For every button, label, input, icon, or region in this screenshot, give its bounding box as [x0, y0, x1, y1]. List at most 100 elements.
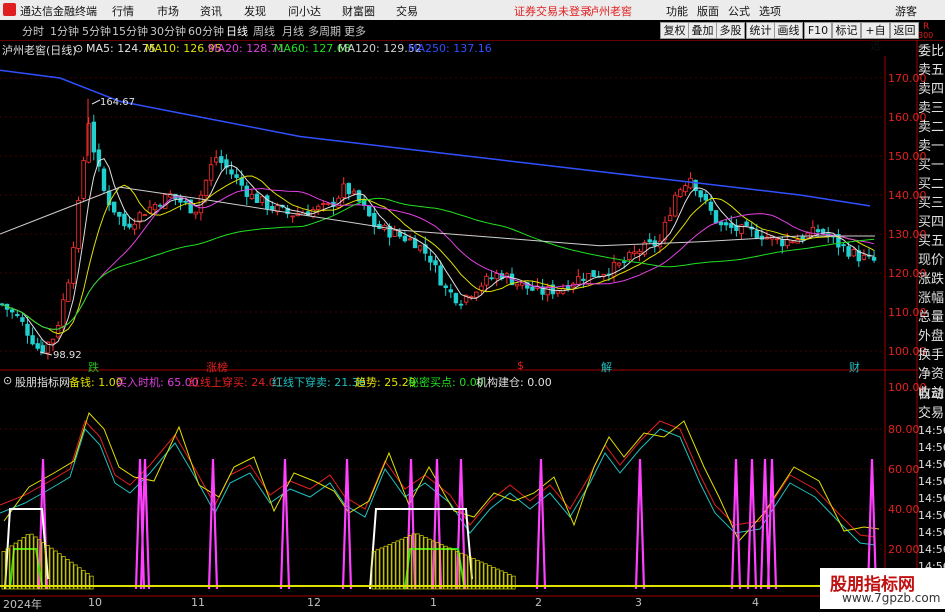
f10-button[interactable]: F10 [804, 22, 832, 39]
mark-button[interactable]: 标记 [832, 22, 861, 39]
menu-trade[interactable]: 交易 [396, 3, 418, 19]
event-rank-marker[interactable]: 涨榜 [206, 359, 228, 375]
tab-1min[interactable]: 1分钟 [50, 23, 79, 39]
back-button[interactable]: 返回 [890, 22, 919, 39]
candle [815, 224, 821, 238]
event-finance-marker[interactable]: 财 [849, 359, 860, 375]
add-watchlist-button[interactable]: +自选 [861, 22, 890, 52]
candle [91, 114, 96, 161]
candle [366, 205, 372, 218]
side-item-1[interactable]: 卖五 [918, 61, 945, 80]
menu-options[interactable]: 选项 [759, 3, 781, 19]
tab-weekly[interactable]: 周线 [253, 23, 275, 39]
tab-30min[interactable]: 30分钟 [150, 23, 186, 39]
candle [417, 245, 423, 253]
buy-signal-spike [279, 458, 291, 590]
candle [264, 193, 270, 216]
side-item-11[interactable]: 现价 [918, 251, 945, 270]
tab-multi-period[interactable]: 多周期 [308, 23, 341, 39]
side-item-12[interactable]: 涨跌 [918, 270, 945, 289]
volume-step-bar [479, 561, 484, 590]
candle [117, 211, 122, 225]
menu-xiaoda[interactable]: 问小达 [288, 3, 321, 19]
menu-formula[interactable]: 公式 [728, 3, 750, 19]
tab-daily[interactable]: 日线 [226, 23, 248, 39]
menu-wealth[interactable]: 财富圈 [342, 3, 375, 19]
buy-signal-spike [766, 458, 778, 590]
side-item-16[interactable]: 换手 [918, 346, 945, 365]
volume-step-bar [395, 540, 400, 590]
volume-step-bar [65, 558, 70, 590]
volume-step-bar [475, 559, 480, 590]
event-unlock-marker[interactable]: 解 [601, 359, 612, 375]
trade-label[interactable]: 交易 [918, 404, 945, 423]
side-item-9[interactable]: 买四 [918, 213, 945, 232]
tab-monthly[interactable]: 月线 [282, 23, 304, 39]
candle [642, 239, 647, 257]
candle [244, 182, 249, 205]
side-item-4[interactable]: 卖二 [918, 118, 945, 137]
side-item-10[interactable]: 买五 [918, 232, 945, 251]
ind-tick-20: 20.00 [888, 543, 920, 556]
menu-quotes[interactable]: 行情 [112, 3, 134, 19]
draw-line-button[interactable]: 画线 [774, 22, 803, 39]
menu-news[interactable]: 资讯 [200, 3, 222, 19]
side-item-5[interactable]: 卖一 [918, 137, 945, 156]
side-item-15[interactable]: 外盘 [918, 327, 945, 346]
event-fall-marker[interactable]: 跌 [88, 359, 99, 375]
high-price-label: 164.67 [100, 97, 135, 108]
volume-step-bar [419, 535, 424, 590]
volume-step-bar [443, 545, 448, 590]
candle [616, 262, 622, 268]
volume-step-bar [415, 533, 420, 590]
login-notice[interactable]: 证券交易未登录 [514, 3, 591, 19]
guest-label[interactable]: 游客 [895, 3, 917, 19]
event-dividend-marker[interactable]: $ [517, 359, 524, 372]
multi-stock-button[interactable]: 多股 [716, 22, 745, 39]
side-item-3[interactable]: 卖三 [918, 99, 945, 118]
tick-time-4: 14:56 [918, 492, 945, 505]
candle [713, 209, 719, 224]
side-item-13[interactable]: 涨幅 [918, 289, 945, 308]
overlay-button[interactable]: 叠加 [688, 22, 717, 39]
menu-discover[interactable]: 发现 [244, 3, 266, 19]
tab-60min[interactable]: 60分钟 [188, 23, 224, 39]
chevron-down-icon[interactable]: ⊙ [74, 42, 83, 55]
side-item-0[interactable]: 委比 [918, 42, 945, 61]
side-item-14[interactable]: 总量 [918, 308, 945, 327]
candle [673, 191, 678, 218]
tab-timeshare[interactable]: 分时 [22, 23, 44, 39]
side-item-2[interactable]: 卖四 [918, 80, 945, 99]
buy-signal-spike [341, 458, 353, 590]
auto-trade-panel[interactable]: 自动 交易 [918, 385, 945, 423]
side-item-17[interactable]: 净资 [918, 365, 945, 384]
side-item-8[interactable]: 买三 [918, 194, 945, 213]
indicator-title: 股朋指标网 [15, 376, 70, 389]
menu-layout[interactable]: 版面 [697, 3, 719, 19]
tick-time-6: 14:56 [918, 526, 945, 539]
candle [866, 248, 872, 260]
tab-15min[interactable]: 15分钟 [112, 23, 148, 39]
gear-icon[interactable]: ⊙ [3, 374, 12, 387]
tab-5min[interactable]: 5分钟 [82, 23, 111, 39]
x-tick-1: 1 [430, 596, 437, 609]
candle [545, 283, 550, 302]
volume-step-bar [379, 547, 384, 590]
side-item-7[interactable]: 买二 [918, 175, 945, 194]
stats-button[interactable]: 统计 [746, 22, 775, 39]
tab-more[interactable]: 更多 [344, 23, 366, 39]
candle [285, 204, 290, 219]
ind-value-1: 买入时机: 65.00 [116, 376, 199, 389]
menu-function[interactable]: 功能 [666, 3, 688, 19]
auto-label[interactable]: 自动 [918, 385, 945, 404]
menu-market[interactable]: 市场 [157, 3, 179, 19]
candle [35, 337, 40, 351]
watermark-logo: 股朋指标网 www.7gpzb.com [820, 568, 945, 609]
ma10-line [1, 175, 875, 335]
candle [861, 249, 867, 261]
kline-chart[interactable] [0, 40, 945, 609]
candle [428, 248, 433, 271]
side-item-6[interactable]: 买一 [918, 156, 945, 175]
adjust-button[interactable]: 复权 [660, 22, 689, 39]
candle [724, 219, 729, 231]
